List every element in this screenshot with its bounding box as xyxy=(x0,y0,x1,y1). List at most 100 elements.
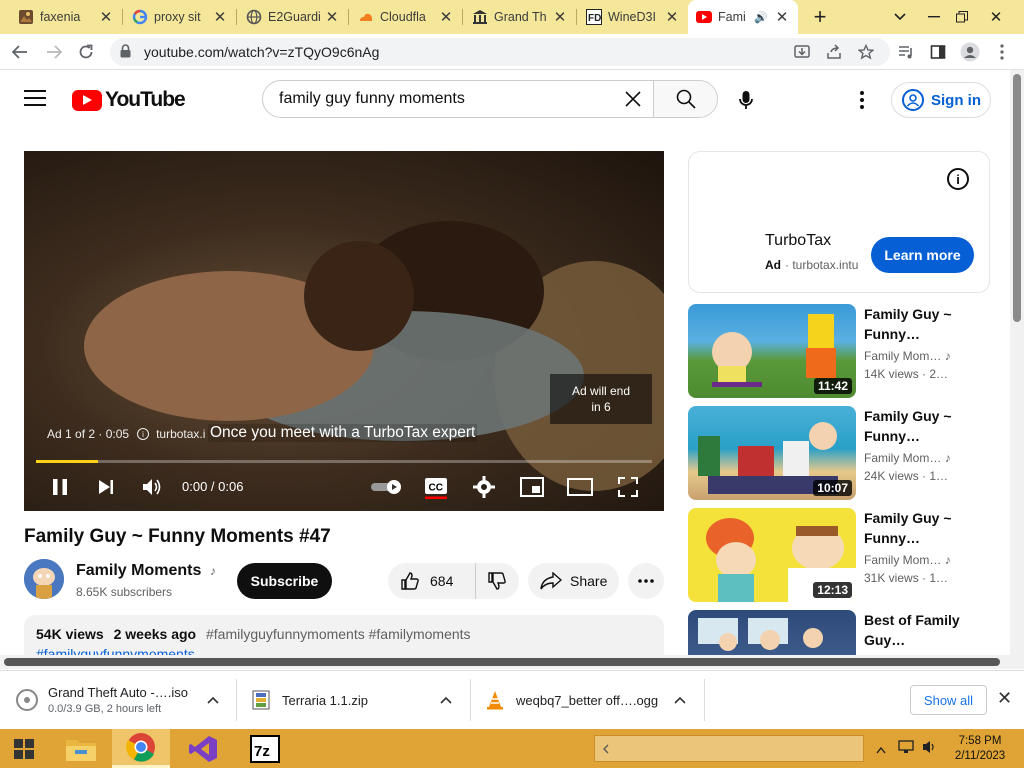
video-title[interactable]: Family Guy ~ Funny… xyxy=(864,508,974,548)
next-icon[interactable] xyxy=(92,473,120,501)
recommended-video[interactable]: 10:07 Family Guy ~ Funny… Family Mom… ♪ 2… xyxy=(688,406,1008,502)
channel-avatar[interactable] xyxy=(24,559,64,599)
7zip-taskbar-icon[interactable]: 7z xyxy=(236,729,294,768)
close-downloads-icon[interactable]: ✕ xyxy=(997,688,1012,709)
tab-family-guy-active[interactable]: Fami 🔊 ✕ xyxy=(688,0,798,34)
media-controls-icon[interactable] xyxy=(892,38,920,66)
video-thumbnail[interactable]: 10:07 xyxy=(688,406,856,500)
ad-info-icon[interactable]: i xyxy=(137,428,150,440)
search-button[interactable] xyxy=(653,81,717,117)
video-title[interactable]: Best of Family Guy… xyxy=(864,610,974,650)
volume-icon[interactable] xyxy=(138,473,166,501)
hamburger-menu-icon[interactable] xyxy=(24,90,46,108)
ad-info-circle-icon[interactable]: i xyxy=(947,168,969,190)
side-panel-icon[interactable] xyxy=(924,38,952,66)
search-input[interactable]: family guy funny moments xyxy=(263,81,613,117)
tab-faxenia[interactable]: faxenia ✕ xyxy=(10,0,122,34)
forward-button[interactable] xyxy=(40,38,68,66)
tab-search-chevron-icon[interactable] xyxy=(886,0,914,34)
recommended-video[interactable]: 11:42 Family Guy ~ Funny… Family Mom… ♪ 1… xyxy=(688,304,1008,400)
download-item[interactable]: weqbq7_better off….ogg xyxy=(484,671,700,729)
close-tab-icon[interactable]: ✕ xyxy=(324,8,340,26)
dislike-button[interactable] xyxy=(476,563,518,599)
lock-icon[interactable] xyxy=(120,43,134,61)
recommended-video[interactable]: Best of Family Guy… xyxy=(688,610,1008,655)
chevron-up-icon[interactable] xyxy=(206,693,220,707)
ad-domain[interactable]: turbotax.i xyxy=(156,427,205,441)
pause-icon[interactable] xyxy=(46,473,74,501)
restore-window-button[interactable] xyxy=(948,0,976,34)
close-window-button[interactable]: ✕ xyxy=(982,0,1010,34)
settings-gear-icon[interactable] xyxy=(470,473,498,501)
subscribe-button[interactable]: Subscribe xyxy=(237,563,332,599)
download-item[interactable]: Grand Theft Auto -….iso 0.0/3.9 GB, 2 ho… xyxy=(16,671,232,729)
autoplay-toggle-icon[interactable] xyxy=(370,473,404,501)
video-title[interactable]: Family Guy ~ Funny… xyxy=(864,304,974,344)
ad-progress-bar[interactable] xyxy=(36,460,652,463)
start-button[interactable] xyxy=(0,729,48,768)
video-thumbnail[interactable]: 12:13 xyxy=(688,508,856,602)
sidebar-ad-card[interactable]: i TurboTax Ad · turbotax.intu Learn more xyxy=(688,151,990,293)
network-icon[interactable] xyxy=(898,739,914,760)
voice-search-mic-icon[interactable] xyxy=(734,88,758,112)
tab-wined3d[interactable]: FD WineD3I ✕ xyxy=(578,0,688,34)
hashtag-links[interactable]: #familyguyfunnymoments #familymoments xyxy=(206,626,471,642)
more-actions-icon[interactable] xyxy=(628,563,664,599)
show-all-downloads-button[interactable]: Show all xyxy=(910,685,987,715)
address-bar[interactable]: youtube.com/watch?v=zTQyO9c6nAg xyxy=(110,38,890,66)
bookmark-star-icon[interactable] xyxy=(852,38,880,66)
close-tab-icon[interactable]: ✕ xyxy=(664,8,680,26)
video-thumbnail[interactable]: 11:42 xyxy=(688,304,856,398)
recommended-video[interactable]: 12:13 Family Guy ~ Funny… Family Mom… ♪ 3… xyxy=(688,508,1008,604)
volume-tray-icon[interactable] xyxy=(922,739,938,760)
browser-menu-icon[interactable] xyxy=(988,38,1016,66)
miniplayer-icon[interactable] xyxy=(518,473,546,501)
visual-studio-taskbar-icon[interactable] xyxy=(174,729,232,768)
ad-card-domain: · turbotax.intu xyxy=(785,258,859,272)
install-app-icon[interactable] xyxy=(788,38,816,66)
learn-more-button[interactable]: Learn more xyxy=(871,237,974,273)
tab-e2guardian[interactable]: E2Guardi ✕ xyxy=(238,0,348,34)
close-tab-icon[interactable]: ✕ xyxy=(212,8,228,26)
settings-kebab-icon[interactable] xyxy=(850,88,874,112)
chrome-taskbar-icon[interactable] xyxy=(112,729,170,768)
download-item[interactable]: Terraria 1.1.zip xyxy=(250,671,466,729)
theater-mode-icon[interactable] xyxy=(566,473,594,501)
share-button[interactable]: Share xyxy=(528,563,619,599)
like-button[interactable]: 684 xyxy=(388,563,476,599)
youtube-logo[interactable]: YouTube xyxy=(72,88,186,112)
file-explorer-taskbar-icon[interactable] xyxy=(52,729,110,768)
reload-button[interactable] xyxy=(72,38,100,66)
taskbar-search-field[interactable] xyxy=(594,735,864,762)
channel-name[interactable]: Family Moments ♪ xyxy=(76,562,216,580)
sign-in-button[interactable]: Sign in xyxy=(891,82,991,118)
vertical-scrollbar[interactable] xyxy=(1010,70,1024,655)
video-thumbnail[interactable] xyxy=(688,610,856,655)
clear-search-icon[interactable] xyxy=(613,81,653,117)
video-player[interactable]: Ad will end in 6 Ad 1 of 2 · 0:05 i turb… xyxy=(24,151,664,511)
tab-proxy-sites[interactable]: proxy sit ✕ xyxy=(124,0,236,34)
tab-cloudflare[interactable]: Cloudfla ✕ xyxy=(350,0,462,34)
horizontal-scrollbar[interactable] xyxy=(0,655,1024,669)
tab-audio-icon[interactable]: 🔊 xyxy=(754,11,768,24)
close-tab-icon[interactable]: ✕ xyxy=(552,8,568,26)
tab-label: Grand Th xyxy=(494,10,547,24)
close-tab-icon[interactable]: ✕ xyxy=(98,8,114,26)
chevron-up-icon[interactable] xyxy=(439,693,453,707)
video-title[interactable]: Family Guy ~ Funny… xyxy=(864,406,974,446)
system-clock[interactable]: 7:58 PM 2/11/2023 xyxy=(950,734,1010,764)
scrollbar-thumb[interactable] xyxy=(4,658,1000,666)
chevron-up-icon[interactable] xyxy=(673,693,687,707)
scrollbar-thumb[interactable] xyxy=(1013,74,1021,322)
minimize-window-button[interactable] xyxy=(920,0,948,34)
back-button[interactable] xyxy=(6,38,34,66)
tray-show-hidden-icon[interactable] xyxy=(876,741,886,759)
close-tab-icon[interactable]: ✕ xyxy=(438,8,454,26)
share-page-icon[interactable] xyxy=(820,38,848,66)
close-tab-icon[interactable]: ✕ xyxy=(774,8,790,26)
profile-avatar-icon[interactable] xyxy=(956,38,984,66)
closed-captions-icon[interactable]: CC xyxy=(422,473,450,501)
tab-grand-theft[interactable]: Grand Th ✕ xyxy=(464,0,576,34)
fullscreen-icon[interactable] xyxy=(614,473,642,501)
new-tab-button[interactable]: + xyxy=(806,0,834,34)
